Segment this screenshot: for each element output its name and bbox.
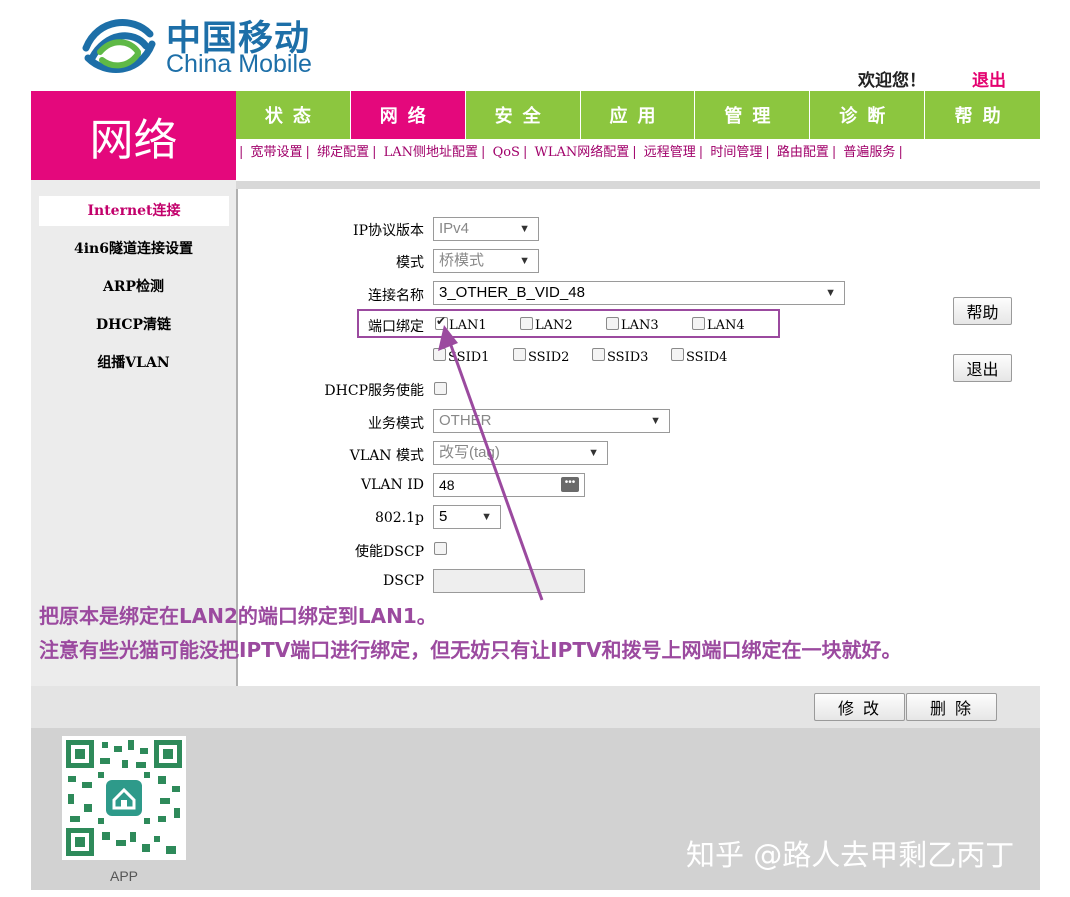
qr-code-icon — [62, 736, 186, 860]
app-label: APP — [109, 868, 138, 884]
ssid4-checkbox[interactable] — [671, 348, 684, 361]
china-mobile-swirl-icon — [82, 19, 156, 73]
sidebar-item-arp[interactable]: ARP检测 — [31, 272, 236, 302]
chevron-down-icon: ▼ — [519, 255, 530, 267]
tab-diagnosis[interactable]: 诊断 — [810, 91, 926, 139]
dscp-enable-label: 使能DSCP — [355, 544, 424, 560]
annotation-line-1: 把原本是绑定在LAN2的端口绑定到LAN1。 — [39, 604, 437, 628]
ip-version-value: IPv4 — [439, 220, 470, 237]
divider-bar — [236, 181, 1040, 189]
mode-select[interactable]: 桥模式 ▼ — [433, 249, 539, 273]
dhcp-enable-label: DHCP服务使能 — [324, 383, 424, 399]
ssid3-checkbox[interactable] — [592, 348, 605, 361]
logo-text-en: China Mobile — [166, 50, 312, 78]
annotation-arrow — [438, 325, 544, 601]
mode-value: 桥模式 — [439, 252, 485, 269]
dot1p-label: 802.1p — [374, 510, 424, 526]
exit-button[interactable]: 退出 — [953, 354, 1012, 382]
dscp-label: DSCP — [383, 573, 424, 589]
more-icon[interactable]: ••• — [561, 477, 579, 492]
subnav-time[interactable]: 时间管理 — [710, 145, 762, 160]
logout-link[interactable]: 退出 — [972, 66, 1006, 91]
section-title: 网络 — [31, 91, 236, 180]
annotation-line-2: 注意有些光猫可能没把IPTV端口进行绑定，但无妨只有让IPTV和拨号上网端口绑定… — [39, 638, 902, 662]
subnav-remote[interactable]: 远程管理 — [644, 145, 696, 160]
sidebar-item-multicast-vlan[interactable]: 组播VLAN — [31, 348, 236, 378]
sidebar-item-4in6[interactable]: 4in6隧道连接设置 — [31, 234, 236, 264]
tab-network[interactable]: 网络 — [350, 91, 466, 139]
subnav-universal[interactable]: 普遍服务 — [843, 145, 895, 160]
tab-security[interactable]: 安全 — [466, 91, 581, 139]
ssid4-label: SSID4 — [686, 350, 728, 365]
delete-button[interactable]: 删 除 — [906, 693, 997, 721]
qr-code — [62, 736, 186, 860]
ssid3-label: SSID3 — [607, 350, 649, 365]
chevron-down-icon: ▼ — [825, 287, 836, 299]
watermark: 知乎 @路人去甲剩乙丙丁 — [686, 838, 1015, 872]
conn-name-select[interactable]: 3_OTHER_B_VID_48 ▼ — [433, 281, 845, 305]
conn-name-label: 连接名称 — [368, 288, 424, 304]
welcome-text: 欢迎您！ — [858, 71, 926, 91]
chevron-down-icon: ▼ — [650, 415, 661, 427]
subnav-broadband[interactable]: 宽带设置 — [251, 145, 303, 160]
subnav-wlan[interactable]: WLAN网络配置 — [534, 145, 629, 160]
subnav-binding[interactable]: 绑定配置 — [317, 145, 369, 160]
subnav-lan-address[interactable]: LAN侧地址配置 — [384, 145, 478, 160]
modify-button[interactable]: 修 改 — [814, 693, 905, 721]
subnav-routing[interactable]: 路由配置 — [777, 145, 829, 160]
china-mobile-logo: 中国移动 China Mobile — [78, 6, 338, 84]
conn-name-value: 3_OTHER_B_VID_48 — [439, 284, 585, 301]
service-mode-label: 业务模式 — [368, 416, 424, 432]
mode-label: 模式 — [396, 255, 424, 271]
vlan-mode-label: VLAN 模式 — [349, 448, 424, 464]
help-button[interactable]: 帮助 — [953, 297, 1012, 325]
vlan-id-label: VLAN ID — [361, 477, 424, 493]
ip-version-select[interactable]: IPv4 ▼ — [433, 217, 539, 241]
sidebar-item-dhcp[interactable]: DHCP清链 — [31, 310, 236, 340]
sidebar-item-internet[interactable]: Internet连接 — [39, 196, 229, 226]
tab-management[interactable]: 管理 — [695, 91, 811, 139]
sub-nav: | 宽带设置 | 绑定配置 | LAN侧地址配置 | QoS | WLAN网络配置 | 远… — [239, 145, 903, 160]
chevron-down-icon: ▼ — [588, 447, 599, 459]
highlight-box — [357, 309, 780, 338]
tab-status[interactable]: 状态 — [236, 91, 351, 139]
tab-help[interactable]: 帮助 — [925, 91, 1040, 139]
main-nav: 状态 网络 安全 应用 管理 诊断 帮助 — [236, 91, 1040, 139]
ip-version-label: IP协议版本 — [353, 223, 424, 239]
subnav-qos[interactable]: QoS — [493, 145, 520, 160]
tab-application[interactable]: 应用 — [581, 91, 696, 139]
chevron-down-icon: ▼ — [519, 223, 530, 235]
